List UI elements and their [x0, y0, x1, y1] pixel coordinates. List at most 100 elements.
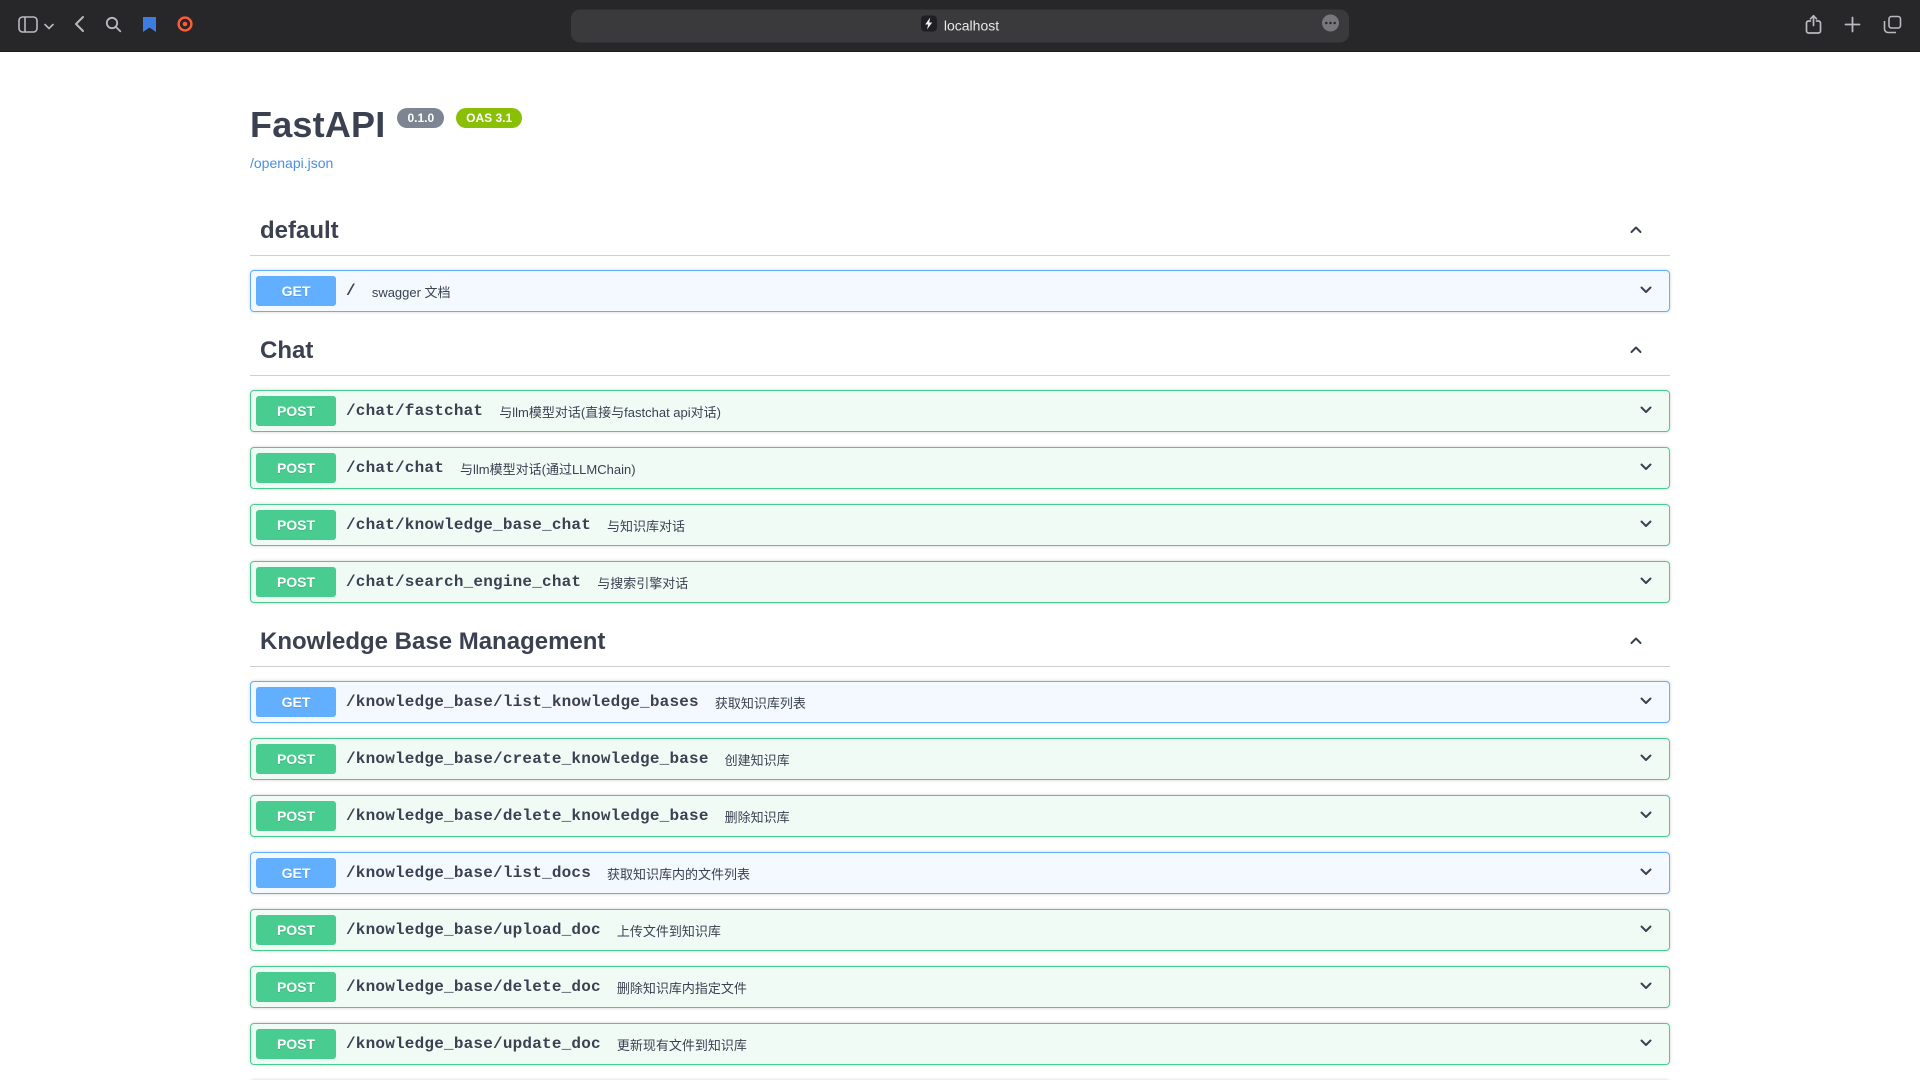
tab-overview-button[interactable] [1883, 15, 1902, 37]
openapi-spec-link[interactable]: /openapi.json [250, 155, 333, 171]
endpoint-row[interactable]: POST/chat/knowledge_base_chat 与知识库对话 [250, 504, 1670, 546]
url-bar[interactable]: localhost [571, 9, 1349, 42]
section-title: Knowledge Base Management [260, 628, 605, 656]
swagger-page: FastAPI 0.1.0 OAS 3.1 /openapi.json defa… [0, 52, 1920, 1080]
expand-endpoint-button[interactable] [1632, 805, 1664, 828]
section-header[interactable]: default [250, 207, 1670, 256]
http-method-badge: POST [256, 396, 336, 426]
endpoint-description: 上传文件到知识库 [617, 921, 721, 940]
page-title: FastAPI [250, 104, 385, 146]
endpoint-path: /knowledge_base/upload_doc [336, 921, 611, 939]
http-method-badge: POST [256, 972, 336, 1002]
endpoint-description: swagger 文档 [372, 282, 451, 301]
back-button[interactable] [74, 15, 85, 36]
page-settings-button[interactable] [1321, 14, 1340, 38]
api-section: Chat POST/chat/fastchat 与llm模型对话(直接与fastch… [250, 327, 1670, 603]
api-title-bar: FastAPI 0.1.0 OAS 3.1 [250, 104, 1670, 146]
endpoint-row[interactable]: POST/knowledge_base/update_doc更新现有文件到知识库 [250, 1023, 1670, 1065]
endpoint-description: 与llm模型对话(直接与fastchat api对话) [499, 402, 721, 421]
search-button[interactable] [105, 16, 122, 36]
target-extension-icon [177, 16, 193, 35]
endpoint-summary: POST/chat/chat与llm模型对话(通过LLMChain) [251, 448, 1669, 488]
share-button[interactable] [1805, 14, 1822, 38]
back-chevron-icon [74, 15, 85, 36]
expand-endpoint-button[interactable] [1632, 571, 1664, 594]
endpoint-row[interactable]: GET/knowledge_base/list_docs获取知识库内的文件列表 [250, 852, 1670, 894]
expand-endpoint-button[interactable] [1632, 919, 1664, 942]
http-method-badge: GET [256, 276, 336, 306]
chevron-down-icon [1636, 280, 1656, 303]
endpoint-summary: GET/swagger 文档 [251, 271, 1669, 311]
expand-endpoint-button[interactable] [1632, 280, 1664, 303]
chevron-down-icon [1636, 862, 1656, 885]
new-tab-button[interactable] [1844, 16, 1861, 36]
section-header[interactable]: Knowledge Base Management [250, 618, 1670, 667]
endpoint-path: /chat/fastchat [336, 402, 493, 420]
chevron-down-icon [1636, 976, 1656, 999]
endpoint-summary: POST/knowledge_base/update_doc更新现有文件到知识库 [251, 1024, 1669, 1064]
search-icon [105, 16, 122, 36]
expand-endpoint-button[interactable] [1632, 691, 1664, 714]
bookmark-extension-button[interactable] [142, 16, 157, 36]
collapse-section-button[interactable] [1622, 631, 1650, 654]
target-extension-button[interactable] [177, 16, 193, 35]
endpoint-summary: POST/knowledge_base/upload_doc上传文件到知识库 [251, 910, 1669, 950]
endpoint-row[interactable]: POST/chat/search_engine_chat 与搜索引擎对话 [250, 561, 1670, 603]
chevron-down-icon [1636, 1033, 1656, 1056]
endpoint-row[interactable]: POST/chat/fastchat 与llm模型对话(直接与fastchat a… [250, 390, 1670, 432]
endpoint-path: /chat/search_engine_chat [336, 573, 591, 591]
endpoint-row[interactable]: GET/knowledge_base/list_knowledge_bases获… [250, 681, 1670, 723]
tab-overview-icon [1883, 15, 1902, 37]
endpoint-path: /knowledge_base/list_docs [336, 864, 601, 882]
sidebar-menu-button[interactable] [44, 18, 54, 33]
section-title: default [260, 217, 339, 245]
expand-endpoint-button[interactable] [1632, 748, 1664, 771]
http-method-badge: POST [256, 510, 336, 540]
endpoint-description: 与搜索引擎对话 [597, 573, 688, 592]
endpoint-summary: POST/chat/knowledge_base_chat 与知识库对话 [251, 505, 1669, 545]
section-header[interactable]: Chat [250, 327, 1670, 376]
plus-icon [1844, 16, 1861, 36]
endpoint-row[interactable]: POST/knowledge_base/delete_doc删除知识库内指定文件 [250, 966, 1670, 1008]
chevron-up-icon [1626, 340, 1646, 363]
endpoint-path: /knowledge_base/list_knowledge_bases [336, 693, 709, 711]
endpoint-path: /chat/knowledge_base_chat [336, 516, 601, 534]
http-method-badge: POST [256, 453, 336, 483]
endpoint-summary: POST/knowledge_base/delete_knowledge_bas… [251, 796, 1669, 836]
endpoint-row[interactable]: POST/knowledge_base/delete_knowledge_bas… [250, 795, 1670, 837]
expand-endpoint-button[interactable] [1632, 1033, 1664, 1056]
endpoint-row[interactable]: POST/knowledge_base/create_knowledge_bas… [250, 738, 1670, 780]
collapse-section-button[interactable] [1622, 220, 1650, 243]
endpoint-description: 更新现有文件到知识库 [617, 1035, 747, 1054]
endpoint-row[interactable]: POST/knowledge_base/upload_doc上传文件到知识库 [250, 909, 1670, 951]
sidebar-toggle-button[interactable] [18, 16, 38, 36]
expand-endpoint-button[interactable] [1632, 862, 1664, 885]
chevron-down-icon [1636, 571, 1656, 594]
chevron-down-icon [1636, 400, 1656, 423]
expand-endpoint-button[interactable] [1632, 514, 1664, 537]
chevron-down-icon [44, 18, 54, 33]
endpoint-row[interactable]: POST/chat/chat与llm模型对话(通过LLMChain) [250, 447, 1670, 489]
site-favicon [921, 15, 937, 36]
endpoint-summary: POST/knowledge_base/delete_doc删除知识库内指定文件 [251, 967, 1669, 1007]
expand-endpoint-button[interactable] [1632, 976, 1664, 999]
http-method-badge: POST [256, 744, 336, 774]
api-info: FastAPI 0.1.0 OAS 3.1 /openapi.json [250, 52, 1670, 173]
api-section: Knowledge Base Management GET/knowledge_b… [250, 618, 1670, 1080]
endpoint-description: 与知识库对话 [607, 516, 685, 535]
endpoint-path: /knowledge_base/delete_knowledge_base [336, 807, 719, 825]
endpoint-summary: POST/chat/search_engine_chat 与搜索引擎对话 [251, 562, 1669, 602]
http-method-badge: GET [256, 858, 336, 888]
expand-endpoint-button[interactable] [1632, 400, 1664, 423]
http-method-badge: POST [256, 567, 336, 597]
expand-endpoint-button[interactable] [1632, 457, 1664, 480]
endpoint-summary: POST/knowledge_base/create_knowledge_bas… [251, 739, 1669, 779]
endpoint-row[interactable]: GET/swagger 文档 [250, 270, 1670, 312]
chevron-up-icon [1626, 220, 1646, 243]
chevron-down-icon [1636, 691, 1656, 714]
chevron-down-icon [1636, 805, 1656, 828]
collapse-section-button[interactable] [1622, 340, 1650, 363]
ellipsis-circle-icon [1321, 20, 1340, 37]
endpoint-summary: GET/knowledge_base/list_docs获取知识库内的文件列表 [251, 853, 1669, 893]
http-method-badge: POST [256, 801, 336, 831]
